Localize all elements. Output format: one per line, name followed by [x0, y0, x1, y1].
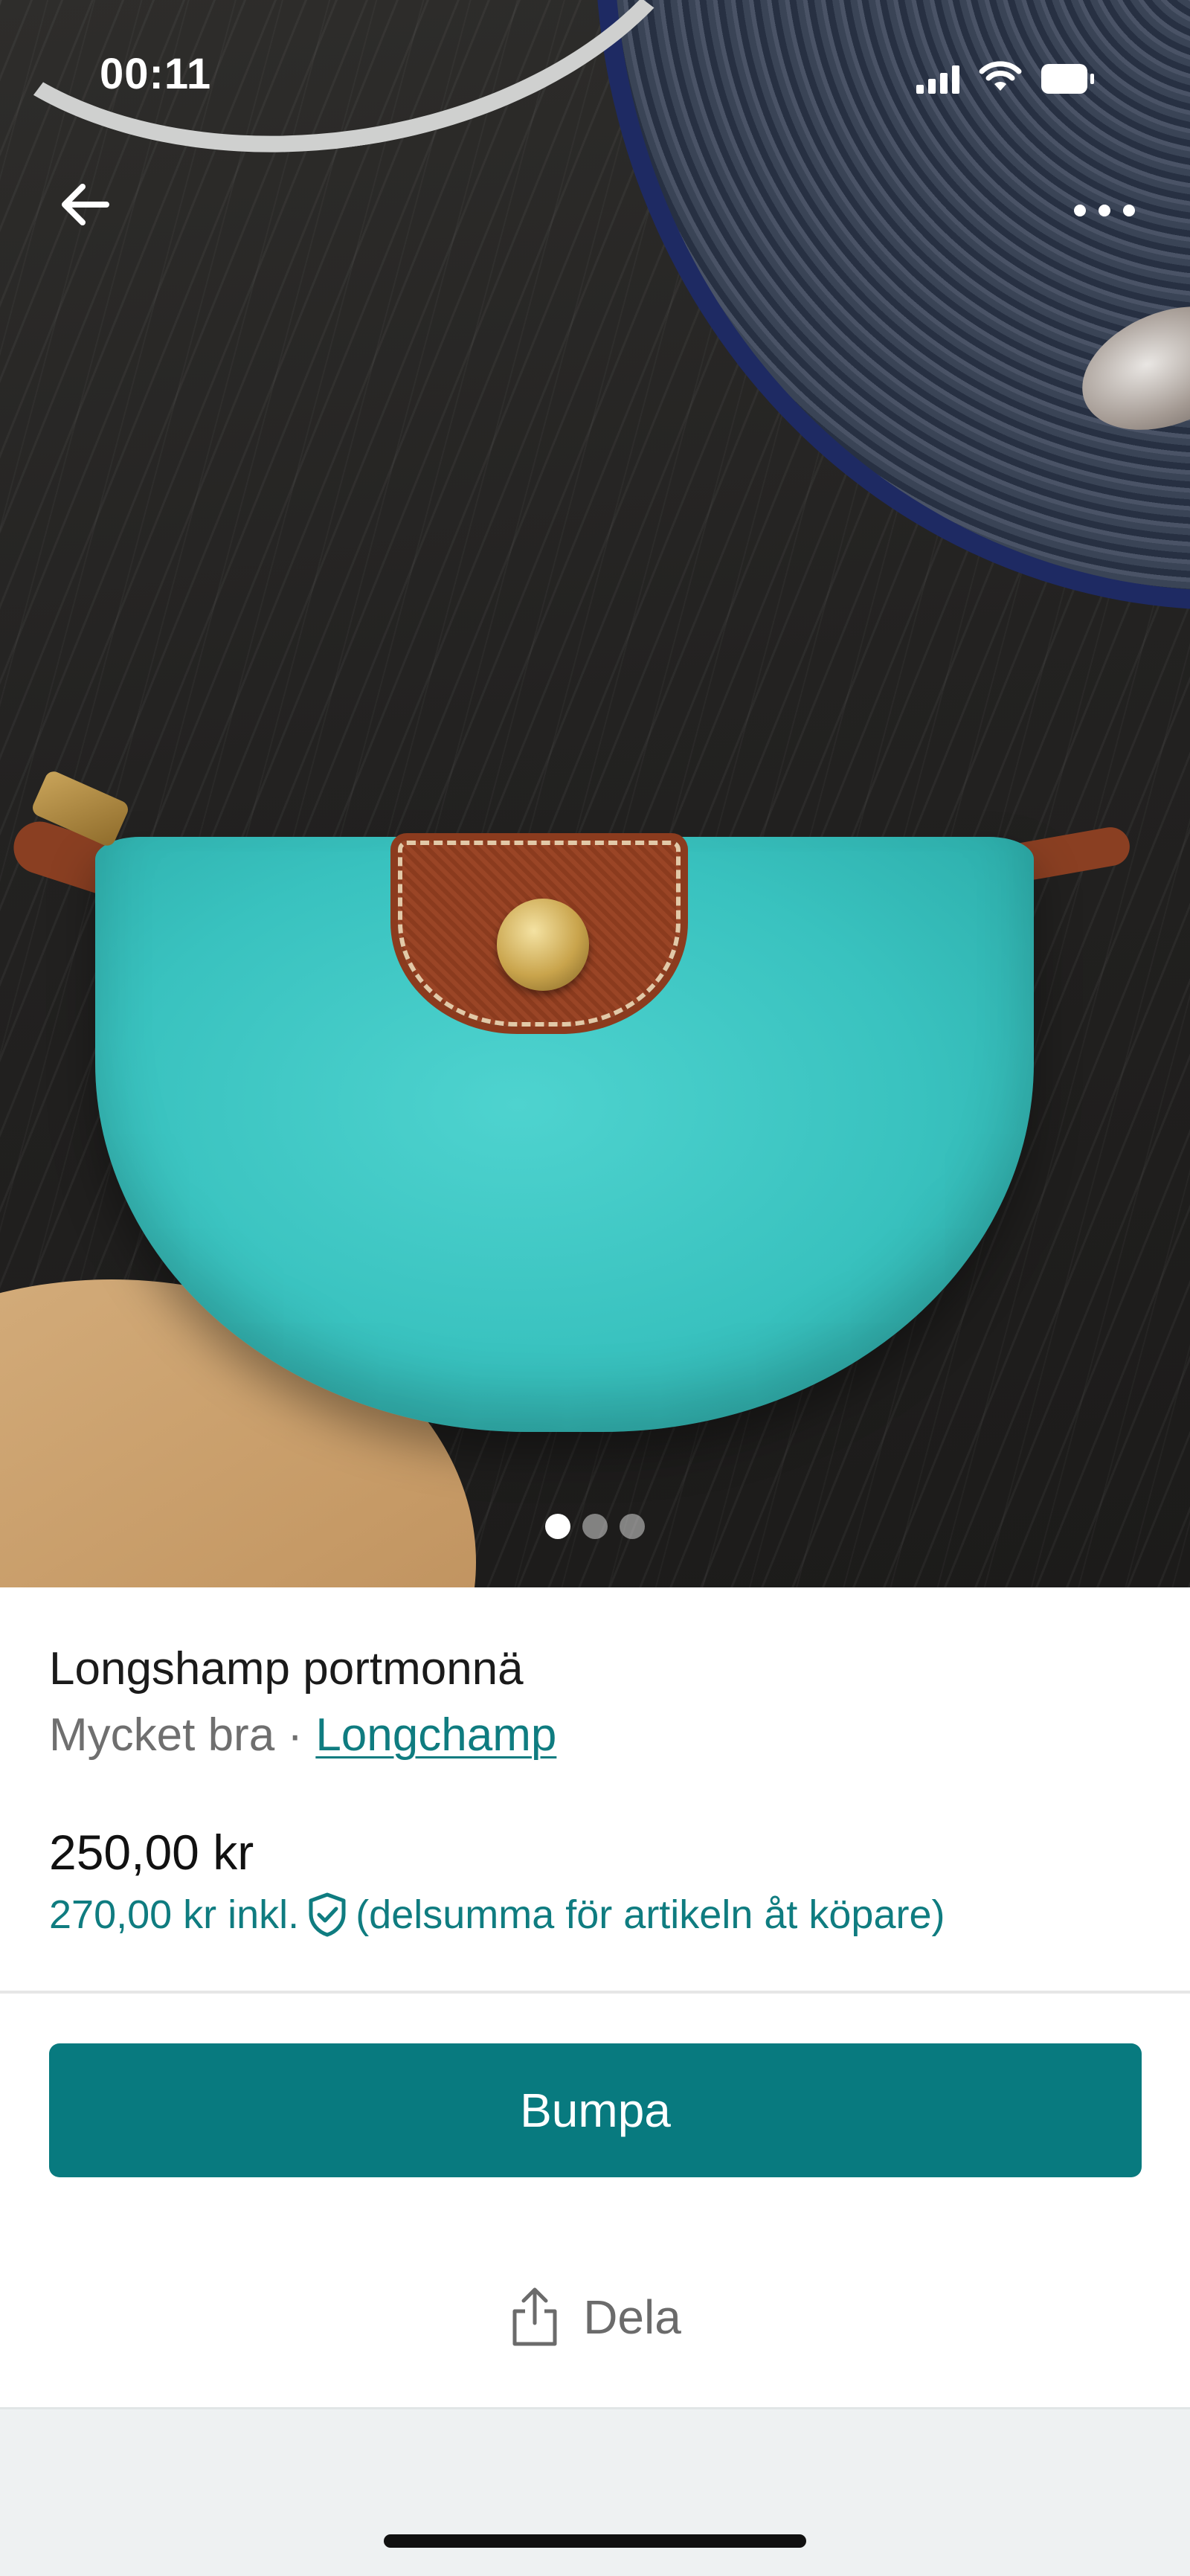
share-button[interactable]: Dela: [0, 2258, 1190, 2377]
gallery-indicator: [0, 1514, 1190, 1539]
brand-link[interactable]: Longchamp: [315, 1709, 556, 1761]
more-horizontal-icon: [1074, 205, 1135, 216]
share-label: Dela: [583, 2290, 681, 2344]
subtitle-separator: ·: [274, 1709, 316, 1761]
listing-subtitle: Mycket bra · Longchamp: [49, 1709, 556, 1761]
more-options-button[interactable]: [1064, 170, 1145, 251]
listing-price: 250,00 kr: [49, 1825, 254, 1880]
photo-snap-button: [497, 899, 589, 991]
photo-placemat: [595, 0, 1190, 610]
item-photo[interactable]: [0, 0, 1190, 1587]
back-button[interactable]: [43, 164, 125, 245]
bottom-section: [0, 2407, 1190, 2576]
bump-button[interactable]: Bumpa: [49, 2043, 1142, 2177]
status-time: 00:11: [100, 50, 212, 98]
gallery-dot: [582, 1514, 608, 1539]
cellular-signal-icon: [916, 64, 959, 94]
wifi-icon: [979, 61, 1022, 91]
arrow-left-icon: [62, 184, 109, 225]
price-incl-amount: 270,00 kr inkl.: [49, 1892, 300, 1937]
price-incl-note: (delsumma för artikeln åt köpare): [356, 1892, 945, 1937]
price-with-protection[interactable]: 270,00 kr inkl. (delsumma för artikeln å…: [49, 1892, 945, 1938]
status-icons: [916, 58, 1094, 94]
gallery-dot: [620, 1514, 645, 1539]
share-icon: [512, 2287, 557, 2346]
battery-icon: [1041, 64, 1094, 94]
listing-condition: Mycket bra: [49, 1709, 275, 1761]
section-divider: [0, 1991, 1190, 1994]
home-indicator: [384, 2534, 806, 2548]
listing-title: Longshamp portmonnä: [49, 1643, 524, 1695]
shield-check-icon: [309, 1892, 346, 1937]
gallery-dot: [545, 1514, 570, 1539]
